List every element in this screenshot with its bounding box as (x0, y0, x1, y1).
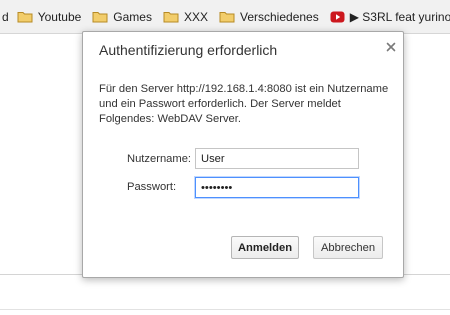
login-button[interactable]: Anmelden (231, 236, 299, 259)
folder-icon (163, 10, 179, 23)
username-field[interactable] (195, 148, 359, 169)
bookmark-youtube-folder[interactable]: Youtube (17, 7, 81, 27)
page-divider (0, 309, 450, 310)
password-label: Passwort: (127, 181, 177, 193)
bookmarks-bar: d Youtube Games XXX Verschiedenes ▶ S3RL… (0, 0, 450, 34)
youtube-icon (330, 11, 345, 23)
dialog-title: Authentifizierung erforderlich (99, 42, 278, 58)
bookmark-games-folder[interactable]: Games (92, 7, 152, 27)
folder-icon (219, 10, 235, 23)
folder-icon (17, 10, 33, 23)
dialog-message: Für den Server http://192.168.1.4:8080 i… (99, 83, 389, 125)
bookmark-verschiedenes-folder[interactable]: Verschiedenes (219, 7, 319, 27)
close-icon[interactable] (385, 40, 397, 52)
bookmark-xxx-folder[interactable]: XXX (163, 7, 208, 27)
username-label: Nutzername: (127, 153, 192, 165)
cancel-button[interactable]: Abbrechen (313, 236, 383, 259)
bookmark-s3rl-video[interactable]: ▶ S3RL feat yurino-... (330, 7, 450, 27)
auth-dialog: Authentifizierung erforderlich Für den S… (82, 31, 404, 278)
password-field[interactable] (195, 177, 359, 198)
folder-icon (92, 10, 108, 23)
bookmark-truncated[interactable]: d (2, 7, 9, 27)
